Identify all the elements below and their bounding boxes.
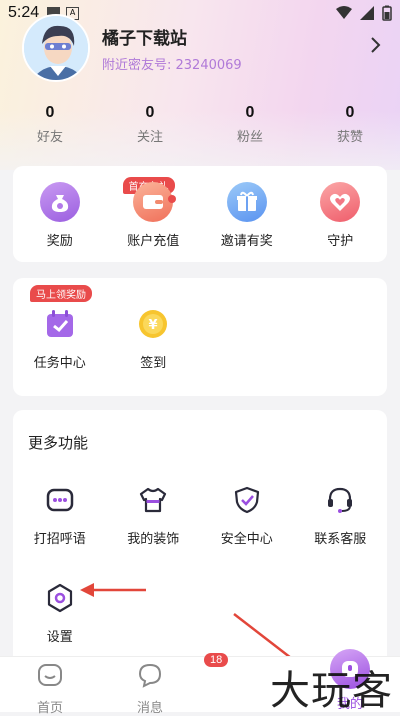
tab-label: 消息: [136, 701, 163, 716]
watermark-text: 大玩客: [270, 668, 393, 714]
tab-label: 首页: [36, 701, 63, 716]
message-icon: [138, 663, 162, 688]
home-icon: [38, 664, 62, 686]
tab-home[interactable]: 首页: [0, 657, 100, 716]
annotation-arrows: [80, 583, 314, 676]
arrow-to-settings: [80, 583, 146, 597]
tab-messages[interactable]: 18 消息: [100, 653, 229, 716]
